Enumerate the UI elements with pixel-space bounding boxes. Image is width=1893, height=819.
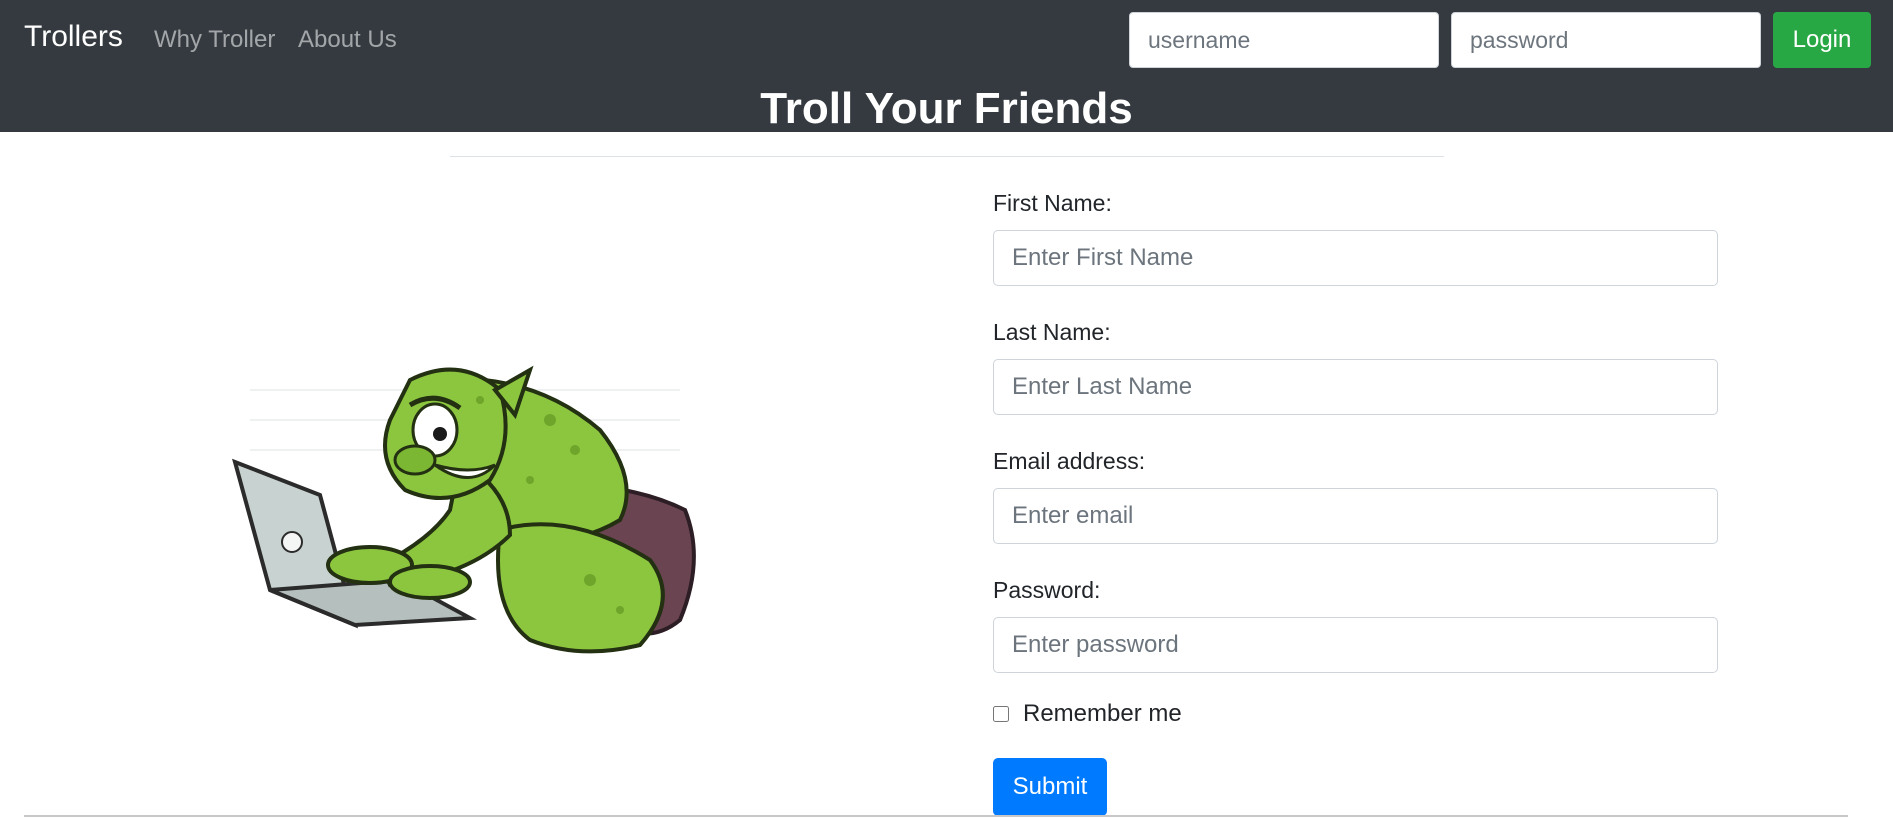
password-input[interactable]	[993, 617, 1718, 673]
nav-link-about-us[interactable]: About Us	[298, 26, 397, 54]
navbar: Trollers Why Troller About Us Login Trol…	[0, 0, 1893, 133]
login-button[interactable]: Login	[1773, 12, 1871, 68]
submit-button[interactable]: Submit	[993, 758, 1107, 816]
last-name-input[interactable]	[993, 359, 1718, 415]
email-label: Email address:	[993, 448, 1146, 474]
divider	[450, 156, 1444, 157]
remember-me-checkbox[interactable]	[993, 706, 1009, 722]
troll-laptop-icon	[230, 360, 700, 660]
page-title: Troll Your Friends	[760, 84, 1133, 133]
last-name-label: Last Name:	[993, 319, 1111, 345]
first-name-label: First Name:	[993, 190, 1112, 216]
password-input-nav[interactable]	[1451, 12, 1761, 68]
username-input[interactable]	[1129, 12, 1439, 68]
bottom-divider	[24, 815, 1848, 817]
first-name-input[interactable]	[993, 230, 1718, 286]
remember-me-row: Remember me	[993, 700, 1182, 728]
brand-logo[interactable]: Trollers	[24, 20, 123, 54]
email-input[interactable]	[993, 488, 1718, 544]
remember-me-label: Remember me	[1023, 700, 1182, 727]
password-label: Password:	[993, 577, 1101, 603]
nav-link-why-troller[interactable]: Why Troller	[154, 26, 275, 54]
